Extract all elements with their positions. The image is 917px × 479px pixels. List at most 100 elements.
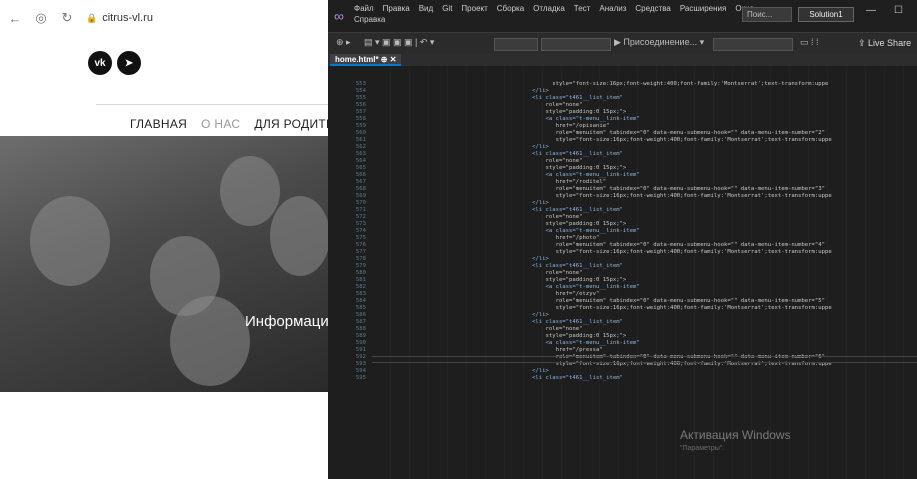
line-number: 575	[355, 235, 366, 241]
menu-bar: ∞ Файл Правка Вид Git Проект Сборка Отла…	[328, 0, 917, 32]
menu-debug[interactable]: Отладка	[533, 4, 565, 13]
maximize-icon[interactable]: ☐	[894, 5, 903, 16]
tab-title: home.html*	[335, 55, 379, 64]
line-number: 553	[355, 81, 366, 87]
line-number: 579	[355, 263, 366, 269]
menu-extensions[interactable]: Расширения	[680, 4, 727, 13]
code-line: href="/otzyv"	[532, 291, 600, 297]
visual-studio-window: ∞ Файл Правка Вид Git Проект Сборка Отла…	[328, 0, 917, 479]
config-dropdown[interactable]	[494, 38, 538, 51]
code-line: style="padding:0 15px;">	[532, 333, 627, 339]
line-number: 555	[355, 95, 366, 101]
code-line: style="font-size:16px;font-weight:400;fo…	[532, 137, 832, 143]
solution-name: Solution1	[798, 7, 854, 22]
target-dropdown[interactable]	[713, 38, 793, 51]
line-number: 565	[355, 165, 366, 171]
line-number: 585	[355, 305, 366, 311]
code-line: <a class="t-menu__link-item"	[532, 340, 640, 346]
code-line: </li>	[532, 368, 549, 374]
line-number: 591	[355, 347, 366, 353]
code-line: href="/opisanie"	[532, 123, 610, 129]
pin-icon[interactable]: ⊕	[381, 55, 388, 64]
code-line: <li class="t461__list_item"	[532, 151, 623, 157]
nav-item-parents[interactable]: ДЛЯ РОДИТЕ	[254, 117, 328, 131]
visual-studio-logo-icon: ∞	[334, 8, 344, 24]
toolbar: ⊕ ▸ ▤ ▾ ▣ ▣ ▣ | ↶ ▾ ▶ Присоединение... ▾…	[328, 32, 917, 54]
code-line: </li>	[532, 312, 549, 318]
nav-item-about[interactable]: О НАС	[201, 117, 240, 131]
minimize-icon[interactable]: —	[866, 5, 876, 16]
social-links: vk ➤	[88, 51, 141, 75]
code-line: role="menuitem" tabindex="0" data-menu-s…	[532, 130, 825, 136]
line-number: 573	[355, 221, 366, 227]
menu-help[interactable]: Справка	[354, 15, 385, 24]
tab-home-html[interactable]: home.html* ⊕ ✕	[330, 54, 402, 66]
line-number: 594	[355, 368, 366, 374]
code-line: </li>	[532, 144, 549, 150]
line-number: 560	[355, 130, 366, 136]
toolbar-right-icons[interactable]: ▭ ⁞ ⁞	[800, 37, 819, 48]
line-number: 580	[355, 270, 366, 276]
line-number: 584	[355, 298, 366, 304]
toolbar-icons[interactable]: ▤ ▾ ▣ ▣ ▣ | ↶ ▾	[364, 37, 434, 48]
menu-view[interactable]: Вид	[419, 4, 433, 13]
code-area[interactable]	[372, 66, 917, 479]
main-menu: Файл Правка Вид Git Проект Сборка Отладк…	[354, 4, 764, 24]
line-number: 587	[355, 319, 366, 325]
code-line: </li>	[532, 256, 549, 262]
line-number: 595	[355, 375, 366, 381]
code-line: role="menuitem" tabindex="0" data-menu-s…	[532, 242, 825, 248]
line-number: 593	[355, 361, 366, 367]
menu-build[interactable]: Сборка	[497, 4, 524, 13]
url-field[interactable]: 🔒 citrus-vl.ru	[86, 12, 153, 24]
line-number: 576	[355, 242, 366, 248]
code-line: <li class="t461__list_item"	[532, 375, 623, 381]
menu-tools[interactable]: Средства	[635, 4, 670, 13]
line-number: 563	[355, 151, 366, 157]
menu-test[interactable]: Тест	[574, 4, 591, 13]
url-text: citrus-vl.ru	[102, 12, 153, 24]
code-line: <li class="t461__list_item"	[532, 319, 623, 325]
vk-icon[interactable]: vk	[88, 51, 112, 75]
browser-window: ← ◎ ↻ 🔒 citrus-vl.ru vk ➤ ГЛАВНАЯ О НАС …	[0, 0, 328, 479]
site-nav: ГЛАВНАЯ О НАС ДЛЯ РОДИТЕ	[130, 117, 328, 131]
platform-dropdown[interactable]	[541, 38, 611, 51]
code-line: style="padding:0 15px;">	[532, 109, 627, 115]
reload-icon[interactable]: ↻	[60, 10, 74, 26]
line-number: 583	[355, 291, 366, 297]
code-line: <li class="t461__list_item"	[532, 207, 623, 213]
menu-edit[interactable]: Правка	[383, 4, 410, 13]
code-line: role="none"	[532, 326, 583, 332]
code-editor[interactable]: 553 style="font-size:16px;font-weight:40…	[328, 66, 917, 479]
close-icon[interactable]: ✕	[390, 55, 397, 64]
menu-analyze[interactable]: Анализ	[599, 4, 626, 13]
line-number: 581	[355, 277, 366, 283]
navigate-back-icon[interactable]: ⊕ ▸	[336, 37, 351, 48]
live-share-button[interactable]: ⇪ Live Share	[858, 38, 911, 49]
line-number: 592	[355, 354, 366, 360]
code-line: <li class="t461__list_item"	[532, 263, 623, 269]
address-bar: ← ◎ ↻ 🔒 citrus-vl.ru	[0, 0, 328, 36]
line-number: 586	[355, 312, 366, 318]
menu-file[interactable]: Файл	[354, 4, 374, 13]
code-line: style="font-size:16px;font-weight:400;fo…	[532, 81, 829, 87]
line-number: 564	[355, 158, 366, 164]
code-line: style="padding:0 15px;">	[532, 165, 627, 171]
code-line: <li class="t461__list_item"	[532, 95, 623, 101]
attach-button[interactable]: ▶ Присоединение... ▾	[614, 37, 704, 48]
line-number: 558	[355, 116, 366, 122]
info-icon[interactable]: ◎	[34, 10, 48, 26]
line-number: 577	[355, 249, 366, 255]
menu-git[interactable]: Git	[442, 4, 452, 13]
tab-strip: home.html* ⊕ ✕	[328, 54, 917, 66]
nav-item-home[interactable]: ГЛАВНАЯ	[130, 117, 187, 131]
back-icon[interactable]: ←	[8, 11, 22, 26]
code-line: href="/roditel"	[532, 179, 607, 185]
current-line-highlight	[372, 356, 917, 363]
code-line: style="padding:0 15px;">	[532, 277, 627, 283]
menu-project[interactable]: Проект	[461, 4, 487, 13]
search-input[interactable]: Поис...	[742, 7, 792, 22]
telegram-icon[interactable]: ➤	[117, 51, 141, 75]
code-line: role="menuitem" tabindex="0" data-menu-s…	[532, 186, 825, 192]
code-line: style="padding:0 15px;">	[532, 221, 627, 227]
